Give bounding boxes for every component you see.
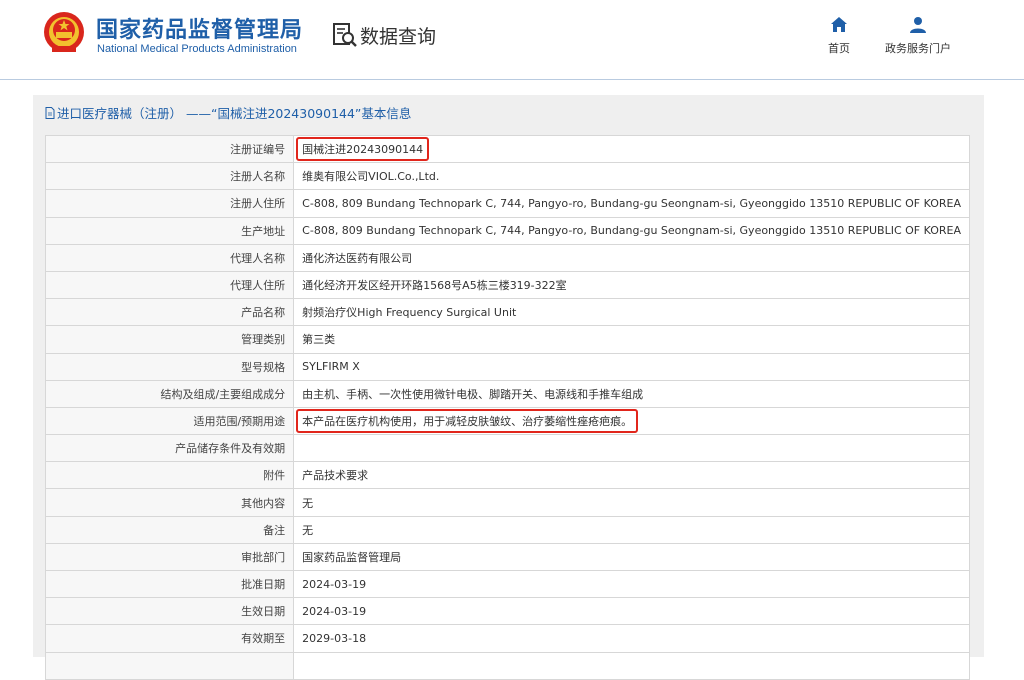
field-value: 通化济达医药有限公司 [302,251,413,265]
field-value: SYLFIRM X [302,360,360,374]
field-value: 2029-03-18 [302,631,367,645]
table-row: 型号规格 SYLFIRM X [44,352,970,381]
field-label: 批准日期 [44,569,295,599]
field-label: 代理人名称 [44,243,295,272]
field-value: 国家药品监督管理局 [302,550,402,564]
field-label: 注册证编号 [44,134,295,164]
field-value-cell: 国家药品监督管理局 [293,542,970,572]
field-label: 附件 [44,461,295,490]
field-value-cell: C-808, 809 Bundang Technopark C, 744, Pa… [293,216,970,245]
field-value: 射频治疗仪High Frequency Surgical Unit [302,306,517,320]
field-value-cell: 产品技术要求 [293,461,970,490]
field-value-cell: 由主机、手柄、一次性使用微针电极、脚踏开关、电源线和手推车组成 [293,379,970,408]
table-row: 管理类别 第三类 [44,325,970,354]
nav-service-portal[interactable]: 政务服务门户 [880,16,956,56]
field-value: C-808, 809 Bundang Technopark C, 744, Pa… [302,196,961,210]
field-value-cell: C-808, 809 Bundang Technopark C, 744, Pa… [293,189,970,218]
table-row: 备注无 [44,515,970,544]
data-query-title: 数据查询 [360,26,437,48]
site-header: 国家药品监督管理局 National Medical Products Admi… [0,0,1024,80]
table-row: 代理人名称 通化济达医药有限公司 [44,243,970,272]
field-value: 2024-03-19 [302,604,367,618]
table-row: 适用范围/预期用途 本产品在医疗机构使用，用于减轻皮肤皱纹、治疗萎缩性痤疮疤痕。 [44,406,970,436]
agency-name-cn: 国家药品监督管理局 [96,18,304,43]
table-row: 生效日期 2024-03-19 [44,597,970,626]
field-label: 管理类别 [44,325,295,354]
field-value: 2024-03-19 [302,577,367,591]
field-label: 有效期至 [44,624,295,653]
field-label: 审批部门 [44,542,295,572]
document-icon [45,107,55,119]
field-value-cell: 第三类 [293,325,970,354]
field-label [44,651,295,680]
table-row: 注册人名称 维奥有限公司VIOL.Co.,Ltd. [44,162,970,191]
field-label: 注册人名称 [44,162,295,191]
field-label: 型号规格 [44,352,295,381]
field-value-cell: 通化经济开发区经开环路1568号A5栋三楼319-322室 [293,270,970,300]
field-label: 生效日期 [44,597,295,626]
field-value-cell: 2029-03-18 [293,624,970,653]
field-value: 由主机、手柄、一次性使用微针电极、脚踏开关、电源线和手推车组成 [302,387,644,401]
data-query-icon [333,23,357,47]
field-label: 注册人住所 [44,189,295,218]
home-icon [831,17,847,32]
field-value-cell: 国械注进20243090144 [293,134,970,164]
field-value-cell [293,651,970,680]
field-value: 无 [302,496,314,510]
field-value: 第三类 [302,333,336,347]
field-label: 代理人住所 [44,270,295,300]
table-row: 结构及组成/主要组成成分 由主机、手柄、一次性使用微针电极、脚踏开关、电源线和手推… [44,379,970,408]
table-row [44,651,970,680]
field-value-cell: 无 [293,515,970,544]
registration-info-table: 注册证编号 国械注进20243090144 注册人名称 维奥有限公司VIOL.Co.,… [44,134,970,680]
field-label: 产品名称 [44,298,295,327]
field-value-cell: 维奥有限公司VIOL.Co.,Ltd. [293,162,970,191]
agency-name-en: National Medical Products Administration [97,43,297,55]
highlighted-field-value: 国械注进20243090144 [296,137,430,162]
field-value-cell: 2024-03-19 [293,569,970,599]
field-value: 维奥有限公司VIOL.Co.,Ltd. [302,170,440,184]
field-value-cell: 射频治疗仪High Frequency Surgical Unit [293,298,970,327]
table-row: 审批部门 国家药品监督管理局 [44,542,970,572]
field-value: C-808, 809 Bundang Technopark C, 744, Pa… [302,224,961,238]
table-row: 注册证编号 国械注进20243090144 [44,134,970,164]
table-row: 有效期至 2029-03-18 [44,624,970,653]
field-value-cell: SYLFIRM X [293,352,970,381]
highlighted-field-value: 本产品在医疗机构使用，用于减轻皮肤皱纹、治疗萎缩性痤疮疤痕。 [296,408,639,433]
field-value-cell: 2024-03-19 [293,597,970,626]
national-emblem-icon [44,12,84,52]
field-label: 产品储存条件及有效期 [44,434,295,463]
table-row: 附件 产品技术要求 [44,461,970,490]
field-label: 生产地址 [44,216,295,245]
field-value-cell: 本产品在医疗机构使用，用于减轻皮肤皱纹、治疗萎缩性痤疮疤痕。 [293,406,970,436]
table-row: 生产地址 C-808, 809 Bundang Technopark C, 744… [44,216,970,245]
table-row: 批准日期 2024-03-19 [44,569,970,599]
user-icon [910,17,926,33]
panel-title: 进口医疗器械（注册） ——“国械注进20243090144”基本信息 [45,103,411,122]
field-value: 通化经济开发区经开环路1568号A5栋三楼319-322室 [302,279,567,293]
nav-home-label: 首页 [828,42,850,55]
nav-service-portal-label: 政务服务门户 [885,42,951,55]
field-label: 适用范围/预期用途 [44,406,295,436]
table-row: 其他内容无 [44,488,970,517]
detail-panel: 进口医疗器械（注册） ——“国械注进20243090144”基本信息 注册证编号… [33,95,984,680]
field-value-cell: 通化济达医药有限公司 [293,243,970,272]
field-value-cell: 无 [293,488,970,517]
field-label: 其他内容 [44,488,295,517]
nav-home[interactable]: 首页 [824,16,854,56]
table-row: 注册人住所 C-808, 809 Bundang Technopark C, 74… [44,189,970,218]
field-label: 备注 [44,515,295,544]
field-value: 无 [302,523,314,537]
table-row: 产品名称 射频治疗仪High Frequency Surgical Unit [44,298,970,327]
field-value: 产品技术要求 [302,469,369,483]
table-row: 代理人住所 通化经济开发区经开环路1568号A5栋三楼319-322室 [44,270,970,300]
field-value-cell [293,434,970,463]
field-label: 结构及组成/主要组成成分 [44,379,295,408]
table-row: 产品储存条件及有效期 [44,434,970,463]
panel-title-text: 进口医疗器械（注册） ——“国械注进20243090144”基本信息 [57,106,412,121]
